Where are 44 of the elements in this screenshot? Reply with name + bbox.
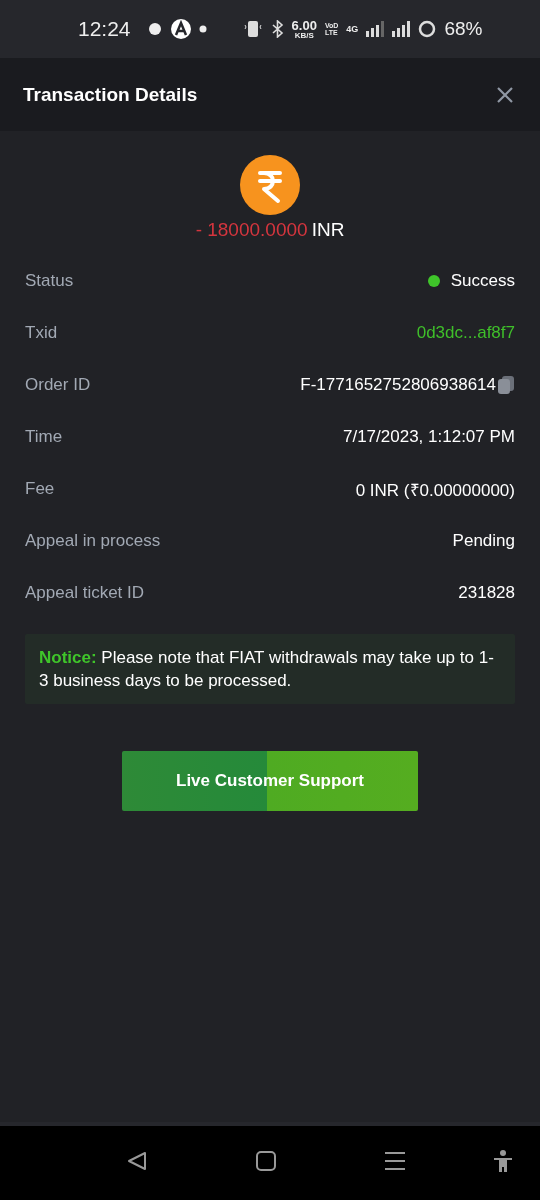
back-button[interactable] bbox=[126, 1150, 148, 1172]
field-label: Appeal in process bbox=[25, 531, 161, 551]
data-speed: 6.00 bbox=[291, 18, 317, 32]
rupee-icon bbox=[240, 155, 300, 215]
a-logo-icon bbox=[170, 19, 191, 39]
clock: 12:24 bbox=[78, 17, 131, 41]
copy-icon[interactable] bbox=[497, 375, 515, 395]
accessibility-button[interactable] bbox=[492, 1150, 514, 1172]
status-value: Success bbox=[450, 271, 515, 291]
field-label: Appeal ticket ID bbox=[25, 583, 145, 603]
speed-unit: KB/S bbox=[294, 31, 314, 40]
live-support-button[interactable]: Live Customer Support bbox=[122, 751, 418, 811]
field-value: Pending bbox=[452, 531, 515, 551]
bluetooth-icon bbox=[270, 20, 284, 38]
window-title: Transaction Details bbox=[23, 83, 198, 106]
vibrate-icon bbox=[242, 19, 263, 39]
txid-link[interactable]: 0d3dc...af8f7 bbox=[416, 323, 515, 343]
accessibility-icon bbox=[492, 1150, 514, 1172]
close-icon bbox=[496, 85, 514, 104]
home-icon bbox=[255, 1150, 277, 1172]
close-button[interactable] bbox=[496, 85, 514, 104]
battery-percent: 68% bbox=[444, 18, 483, 40]
back-icon bbox=[126, 1150, 148, 1172]
field-value: 0 INR (₹0.00000000) bbox=[355, 479, 515, 501]
field-label: Order ID bbox=[25, 375, 91, 395]
amount: - 18000.0000 bbox=[195, 219, 308, 241]
home-button[interactable] bbox=[255, 1150, 277, 1172]
recents-button[interactable] bbox=[384, 1150, 406, 1172]
menu-icon bbox=[384, 1150, 406, 1172]
notice-message: Notice: Please note that FIAT withdrawals may take up to 1-3 business days to be processed. bbox=[25, 634, 515, 704]
field-label: Txid bbox=[25, 323, 58, 343]
field-label: Time bbox=[25, 427, 63, 447]
field-label: Fee bbox=[25, 479, 55, 499]
app-icon bbox=[146, 21, 163, 37]
field-label: Status bbox=[25, 271, 74, 291]
dot-icon bbox=[198, 25, 207, 33]
battery-ring-icon bbox=[418, 20, 437, 38]
network-type: 4G bbox=[346, 24, 359, 34]
field-value: F-1771652752806938614 bbox=[300, 375, 496, 395]
signal-icon bbox=[392, 21, 411, 37]
signal-icon bbox=[366, 21, 385, 37]
field-value: 231828 bbox=[458, 583, 515, 603]
field-value: 7/17/2023, 1:12:07 PM bbox=[342, 427, 515, 447]
currency: INR bbox=[311, 219, 345, 241]
